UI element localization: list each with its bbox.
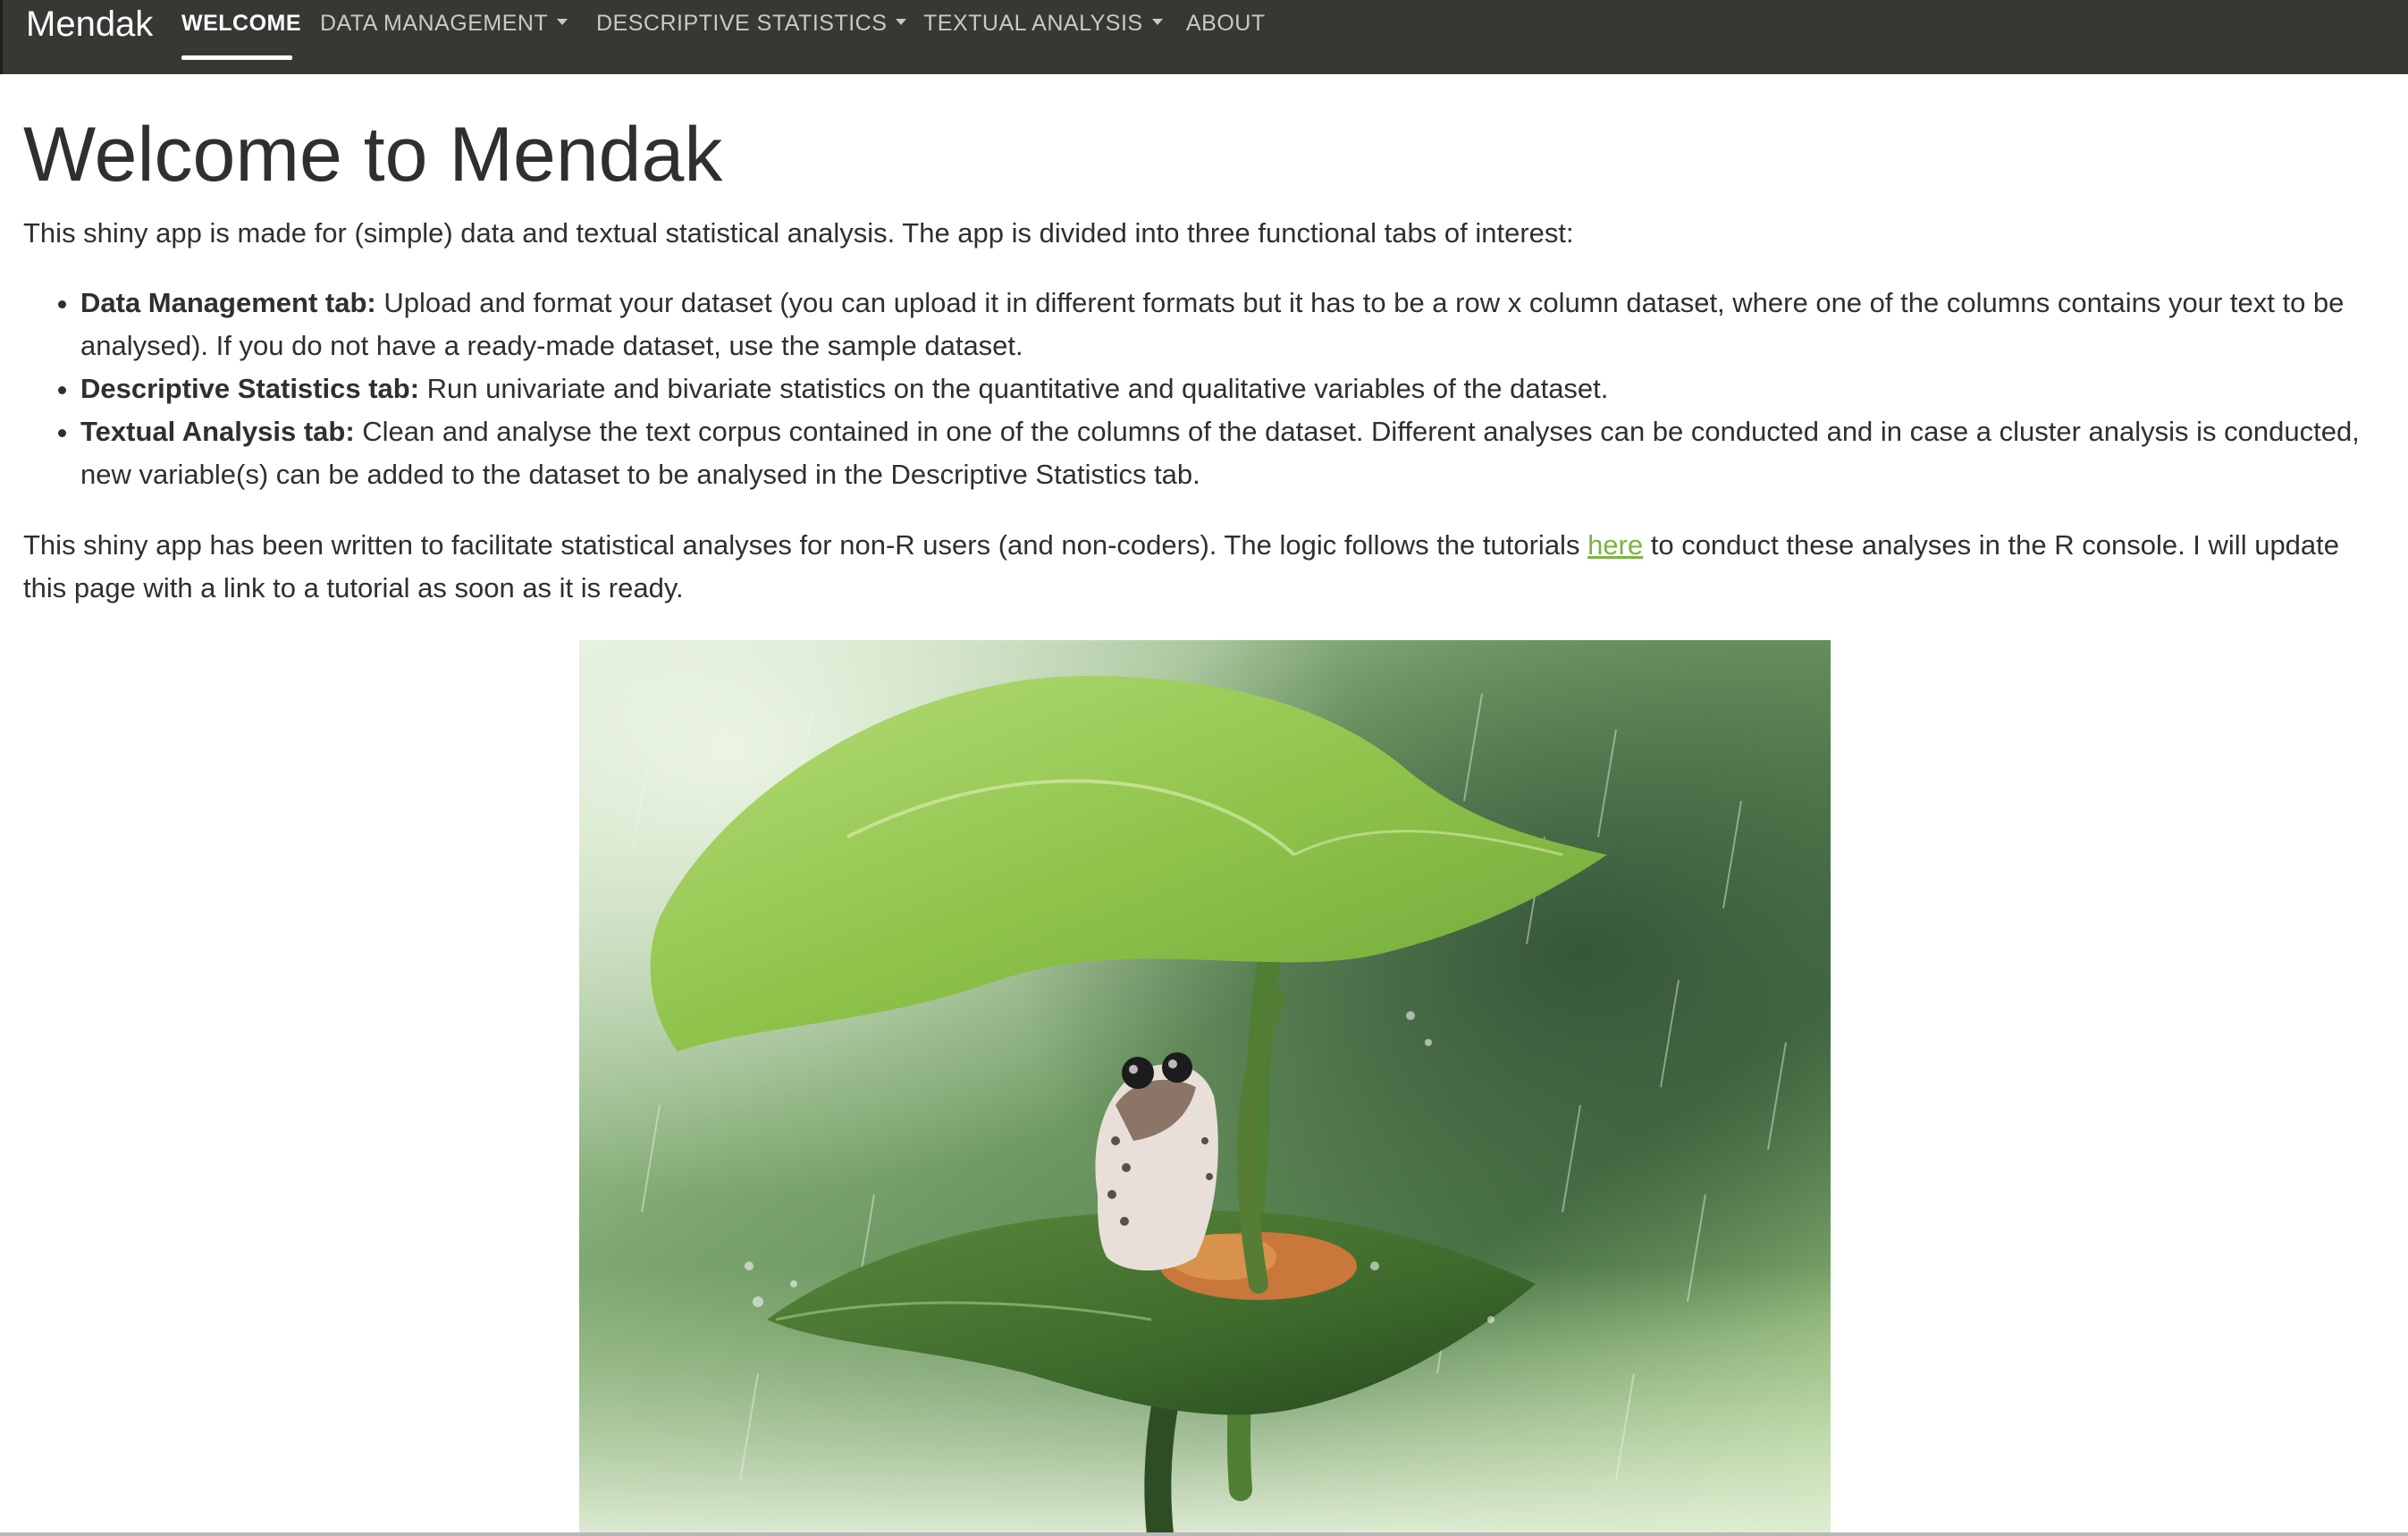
nav-tab-label: DATA MANAGEMENT bbox=[320, 11, 549, 36]
nav-tab-label: WELCOME bbox=[181, 11, 302, 36]
feature-description: Clean and analyse the text corpus contai… bbox=[80, 416, 2360, 490]
tutorials-link[interactable]: here bbox=[1587, 529, 1643, 561]
nav-tab-descriptive-statistics[interactable]: DESCRIPTIVE STATISTICS bbox=[596, 9, 907, 38]
nav-tab-about[interactable]: ABOUT bbox=[1186, 9, 1266, 38]
feature-item-descriptive-statistics: Descriptive Statistics tab: Run univaria… bbox=[80, 367, 2383, 410]
nav-tab-label: ABOUT bbox=[1186, 11, 1266, 36]
feature-item-data-management: Data Management tab: Upload and format y… bbox=[80, 282, 2383, 367]
page-title: Welcome to Mendak bbox=[23, 112, 723, 198]
bottom-border bbox=[0, 1532, 2408, 1536]
feature-name: Data Management tab: bbox=[80, 287, 376, 318]
nav-tab-label: TEXTUAL ANALYSIS bbox=[923, 11, 1143, 36]
hero-image-frog-under-leaf bbox=[579, 640, 1831, 1534]
caret-down-icon bbox=[896, 18, 907, 25]
feature-description: Run univariate and bivariate statistics … bbox=[419, 373, 1609, 404]
active-tab-indicator bbox=[181, 55, 292, 60]
nav-tab-textual-analysis[interactable]: TEXTUAL ANALYSIS bbox=[923, 9, 1163, 38]
feature-description: Upload and format your dataset (you can … bbox=[80, 287, 2345, 361]
outro-text-before: This shiny app has been written to facil… bbox=[23, 529, 1588, 561]
top-navbar: Mendak WELCOME DATA MANAGEMENT DESCRIPTI… bbox=[0, 0, 2408, 74]
caret-down-icon bbox=[1151, 18, 1163, 25]
intro-paragraph: This shiny app is made for (simple) data… bbox=[23, 217, 1574, 249]
outro-paragraph: This shiny app has been written to facil… bbox=[23, 524, 2383, 610]
nav-tab-welcome[interactable]: WELCOME bbox=[181, 9, 301, 38]
feature-name: Textual Analysis tab: bbox=[80, 416, 355, 447]
feature-item-textual-analysis: Textual Analysis tab: Clean and analyse … bbox=[80, 410, 2383, 496]
feature-list: Data Management tab: Upload and format y… bbox=[23, 282, 2383, 496]
nav-tab-data-management[interactable]: DATA MANAGEMENT bbox=[320, 9, 568, 38]
nav-tab-label: DESCRIPTIVE STATISTICS bbox=[596, 11, 888, 36]
caret-down-icon bbox=[557, 18, 568, 25]
brand-logo-text[interactable]: Mendak bbox=[26, 2, 153, 46]
feature-name: Descriptive Statistics tab: bbox=[80, 373, 420, 404]
